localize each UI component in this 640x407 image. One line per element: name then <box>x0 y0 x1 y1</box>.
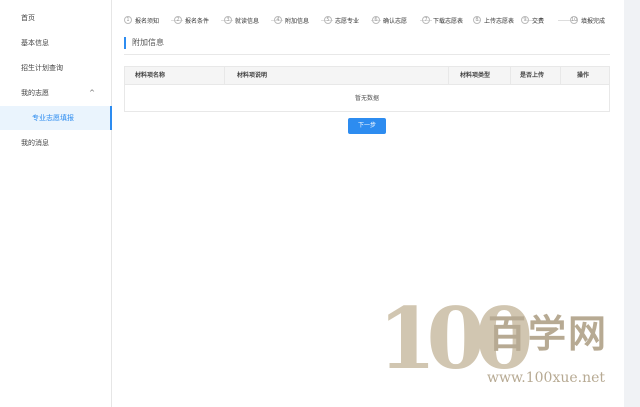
watermark: 100 百学网 www.100xue.net <box>378 292 634 396</box>
sidebar-item-home[interactable]: 首页 <box>0 6 112 30</box>
chevron-up-icon: ^ <box>89 89 95 97</box>
step-1: 1 报名须知 <box>124 13 159 27</box>
materials-table: 材料项名称 材料项说明 材料项类型 是否上传 操作 暂无数据 <box>124 66 610 112</box>
table-header: 材料项名称 材料项说明 材料项类型 是否上传 操作 <box>125 67 609 85</box>
step-number: 9 <box>521 16 529 24</box>
step-7: 7 下载志愿表 <box>422 13 463 27</box>
watermark-url: www.100xue.net <box>487 370 606 386</box>
section-title: 附加信息 <box>124 37 164 49</box>
sidebar-item-label: 我的志愿 <box>21 89 49 97</box>
step-number: 10 <box>570 16 578 24</box>
sidebar-item-label: 基本信息 <box>21 39 49 47</box>
column-header-description: 材料项说明 <box>237 72 268 79</box>
column-header-type: 材料项类型 <box>460 72 491 79</box>
step-number: 2 <box>174 16 182 24</box>
sidebar-item-label: 我的消息 <box>21 139 49 147</box>
step-progress: 1 报名须知 2 报名条件 3 就读信息 4 附加信息 5 志愿专业 6 确认志… <box>124 13 622 27</box>
watermark-brand: 百学网 <box>488 312 609 356</box>
step-number: 7 <box>422 16 430 24</box>
step-label: 报名须知 <box>135 17 160 25</box>
step-number: 4 <box>274 16 282 24</box>
column-header-uploaded: 是否上传 <box>520 72 545 79</box>
column-header-name: 材料项名称 <box>135 72 166 79</box>
sidebar-item-my-messages[interactable]: 我的消息 <box>0 131 112 155</box>
step-label: 确认志愿 <box>383 17 408 25</box>
next-step-button[interactable]: 下一步 <box>348 118 386 134</box>
step-number: 3 <box>224 16 232 24</box>
step-label: 下载志愿表 <box>433 17 464 25</box>
step-number: 1 <box>124 16 132 24</box>
step-6: 6 确认志愿 <box>372 13 407 27</box>
step-10: 10 填报完成 <box>570 13 605 27</box>
step-3: 3 就读信息 <box>224 13 259 27</box>
step-9: 9 交费 <box>521 13 544 27</box>
step-label: 填报完成 <box>581 17 606 25</box>
step-number: 8 <box>473 16 481 24</box>
sidebar: 首页 基本信息 招生计划查询 我的志愿 ^ 专业志愿填报 我的消息 <box>0 0 112 407</box>
sidebar-item-basic-info[interactable]: 基本信息 <box>0 31 112 55</box>
sidebar-item-major-application[interactable]: 专业志愿填报 <box>0 106 112 130</box>
sidebar-item-my-applications[interactable]: 我的志愿 ^ <box>0 81 112 105</box>
step-label: 报名条件 <box>185 17 210 25</box>
column-divider <box>510 67 511 85</box>
step-label: 志愿专业 <box>335 17 360 25</box>
step-label: 交费 <box>532 17 545 25</box>
step-8: 8 上传志愿表 <box>473 13 514 27</box>
sidebar-item-label: 招生计划查询 <box>21 64 63 72</box>
sidebar-item-label: 专业志愿填报 <box>32 114 74 122</box>
step-number: 5 <box>324 16 332 24</box>
sidebar-item-enrollment-plan[interactable]: 招生计划查询 <box>0 56 112 80</box>
sidebar-item-label: 首页 <box>21 14 35 22</box>
column-divider <box>224 67 225 85</box>
section-divider <box>124 54 610 55</box>
step-label: 就读信息 <box>235 17 260 25</box>
step-5: 5 志愿专业 <box>324 13 359 27</box>
step-number: 6 <box>372 16 380 24</box>
step-label: 附加信息 <box>285 17 310 25</box>
step-4: 4 附加信息 <box>274 13 309 27</box>
column-divider <box>448 67 449 85</box>
column-header-actions: 操作 <box>577 72 590 79</box>
column-divider <box>560 67 561 85</box>
step-label: 上传志愿表 <box>484 17 515 25</box>
step-2: 2 报名条件 <box>174 13 209 27</box>
table-empty-text: 暂无数据 <box>354 95 379 102</box>
